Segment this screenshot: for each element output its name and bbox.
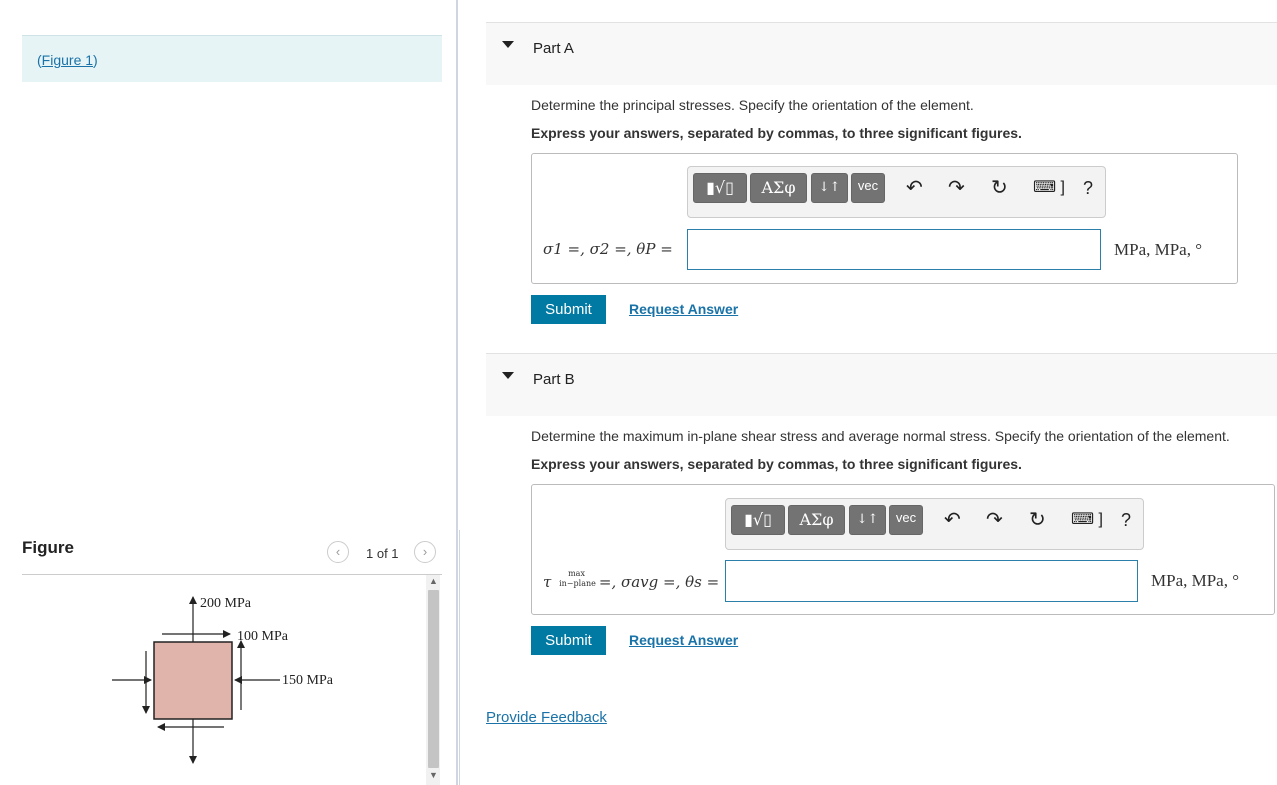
- greek-symbols-button[interactable]: ΑΣφ: [750, 173, 807, 203]
- figure-1-link[interactable]: Figure 1: [42, 52, 93, 68]
- figure-prev-button[interactable]: ‹: [327, 541, 349, 563]
- part-b-math-toolbar: ▮√▯ ΑΣφ ↓↑ vec ↶ ↷ ↻ ⌨ ] ?: [725, 498, 1144, 550]
- part-b-answer-label-rest: =, σavg =, θs =: [598, 573, 720, 591]
- part-b-units: MPa, MPa, °: [1151, 571, 1240, 590]
- figure-link-suffix: ): [93, 52, 98, 68]
- greek-symbols-button[interactable]: ΑΣφ: [788, 505, 845, 535]
- pane-divider-inner: [459, 530, 460, 785]
- help-icon[interactable]: ?: [1121, 507, 1131, 533]
- part-a-submit-button[interactable]: Submit: [531, 295, 606, 324]
- reset-icon[interactable]: ↻: [1029, 507, 1046, 533]
- part-b-header[interactable]: Part B: [486, 353, 1277, 416]
- tau-sub-max: max: [568, 569, 585, 578]
- pane-divider: [456, 0, 458, 785]
- part-a-request-answer-link[interactable]: Request Answer: [629, 301, 738, 317]
- redo-icon[interactable]: ↷: [986, 507, 1003, 533]
- scroll-up-icon[interactable]: ▲: [429, 576, 438, 586]
- figure-title: Figure: [22, 538, 74, 557]
- part-a-answer-label: σ1 =, σ2 =, θP =: [543, 240, 673, 258]
- part-a-question: Determine the principal stresses. Specif…: [531, 97, 974, 113]
- keyboard-icon[interactable]: ⌨ ]: [1071, 507, 1103, 533]
- figure-link-box: (Figure 1): [22, 35, 442, 82]
- help-icon[interactable]: ?: [1083, 175, 1093, 201]
- collapse-caret-icon[interactable]: [502, 41, 514, 48]
- tau-symbol: τ: [543, 573, 552, 591]
- stress-element-figure: 200 MPa 100 MPa 150 MPa: [112, 596, 334, 764]
- vector-button[interactable]: vec: [851, 173, 885, 203]
- part-b-instruction: Express your answers, separated by comma…: [531, 456, 1022, 472]
- stress-element: [153, 641, 233, 720]
- collapse-caret-icon[interactable]: [502, 372, 514, 379]
- part-a-math-toolbar: ▮√▯ ΑΣφ ↓↑ vec ↶ ↷ ↻ ⌨ ] ?: [687, 166, 1106, 218]
- part-b-submit-button[interactable]: Submit: [531, 626, 606, 655]
- scroll-down-icon[interactable]: ▼: [429, 770, 438, 780]
- vector-button[interactable]: vec: [889, 505, 923, 535]
- figure-link: (Figure 1): [37, 52, 98, 68]
- label-200-mpa: 200 MPa: [200, 596, 252, 611]
- provide-feedback-link[interactable]: Provide Feedback: [486, 709, 607, 726]
- tau-sub-inplane: in−plane: [559, 579, 596, 588]
- part-a-instruction: Express your answers, separated by comma…: [531, 125, 1022, 141]
- part-b-request-answer-link[interactable]: Request Answer: [629, 632, 738, 648]
- undo-icon[interactable]: ↶: [944, 507, 961, 533]
- label-150-mpa: 150 MPa: [282, 673, 334, 688]
- undo-icon[interactable]: ↶: [906, 175, 923, 201]
- subscript-button[interactable]: ↓↑: [849, 505, 886, 535]
- figure-divider: [22, 574, 442, 575]
- keyboard-icon[interactable]: ⌨ ]: [1033, 175, 1065, 201]
- part-a-answer-box: ▮√▯ ΑΣφ ↓↑ vec ↶ ↷ ↻ ⌨ ] ? σ1 =, σ2 =, θ…: [531, 153, 1238, 284]
- part-a-header[interactable]: Part A: [486, 22, 1277, 85]
- templates-button[interactable]: ▮√▯: [693, 173, 747, 203]
- label-100-mpa: 100 MPa: [237, 629, 289, 644]
- part-a-answer-input[interactable]: [687, 229, 1101, 270]
- part-b-title: Part B: [533, 371, 575, 388]
- part-a-title: Part A: [533, 40, 574, 57]
- figure-scroll-thumb[interactable]: [428, 590, 439, 768]
- redo-icon[interactable]: ↷: [948, 175, 965, 201]
- subscript-button[interactable]: ↓↑: [811, 173, 848, 203]
- part-b-answer-input[interactable]: [725, 560, 1138, 602]
- part-b-answer-box: ▮√▯ ΑΣφ ↓↑ vec ↶ ↷ ↻ ⌨ ] ? τ max in−plan…: [531, 484, 1275, 615]
- part-a-units: MPa, MPa, °: [1114, 240, 1203, 259]
- figure-page-count: 1 of 1: [366, 546, 399, 561]
- part-b-question: Determine the maximum in-plane shear str…: [531, 428, 1230, 444]
- templates-button[interactable]: ▮√▯: [731, 505, 785, 535]
- figure-next-button[interactable]: ›: [414, 541, 436, 563]
- reset-icon[interactable]: ↻: [991, 175, 1008, 201]
- part-b-answer-label: τ max in−plane =, σavg =, θs =: [543, 569, 720, 591]
